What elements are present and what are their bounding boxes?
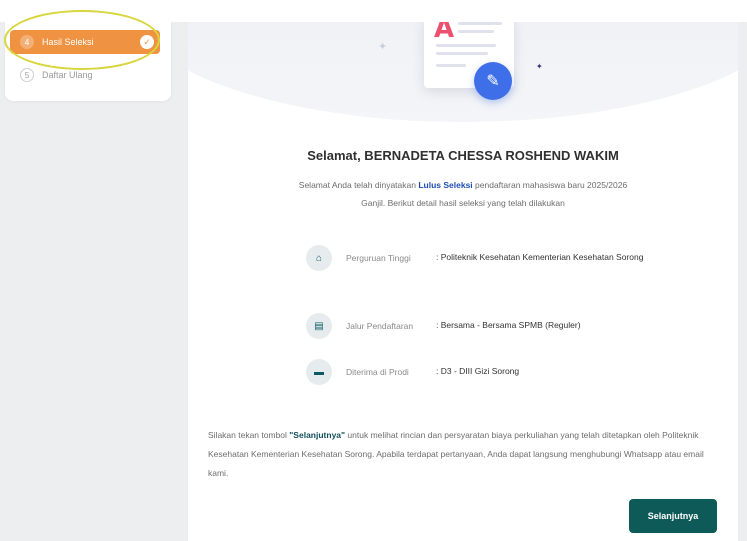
document-letter: A bbox=[434, 22, 455, 44]
next-button[interactable]: Selanjutnya bbox=[629, 499, 717, 533]
pencil-icon: ✎ bbox=[474, 62, 512, 100]
detail-label: Diterima di Prodi bbox=[346, 367, 409, 377]
file-icon: ▤ bbox=[306, 313, 332, 339]
result-summary: Selamat Anda telah dinyatakan Lulus Sele… bbox=[288, 176, 638, 212]
sparkle-icon: ✦ bbox=[536, 62, 543, 71]
check-circle-icon: ✓ bbox=[140, 35, 154, 49]
detail-value: : Bersama - Bersama SPMB (Reguler) bbox=[436, 320, 581, 330]
instruction-note: Silakan tekan tombol "Selanjutnya" untuk… bbox=[208, 426, 723, 483]
status-highlight: Lulus Seleksi bbox=[418, 180, 473, 190]
detail-row-perguruan-tinggi: ⌂ Perguruan Tinggi : Politeknik Kesehata… bbox=[306, 245, 666, 271]
result-card: ✦ ✦ A ✎ Selamat, BERNADETA CHESSA ROSHEN… bbox=[188, 22, 738, 541]
sparkle-icon: ✦ bbox=[378, 41, 388, 53]
home-icon: ⌂ bbox=[306, 245, 332, 271]
detail-value: : D3 - DIII Gizi Sorong bbox=[436, 366, 520, 376]
detail-value: : Politeknik Kesehatan Kementerian Keseh… bbox=[436, 252, 644, 262]
step-number: 5 bbox=[20, 68, 34, 82]
top-bar bbox=[0, 0, 747, 22]
detail-row-jalur-pendaftaran: ▤ Jalur Pendaftaran : Bersama - Bersama … bbox=[306, 313, 666, 339]
detail-label: Jalur Pendaftaran bbox=[346, 321, 414, 331]
step-number: 4 bbox=[20, 35, 34, 49]
detail-row-prodi: ▬ Diterima di Prodi : D3 - DIII Gizi Sor… bbox=[306, 359, 666, 385]
summary-text: Selamat Anda telah dinyatakan bbox=[298, 180, 419, 190]
detail-label: Perguruan Tinggi bbox=[346, 253, 411, 263]
folder-icon: ▬ bbox=[306, 359, 332, 385]
step-label: Daftar Ulang bbox=[42, 70, 93, 80]
step-hasil-seleksi[interactable]: 4 Hasil Seleksi ✓ bbox=[10, 30, 160, 54]
step-daftar-ulang[interactable]: 5 Daftar Ulang bbox=[10, 64, 160, 86]
note-highlight: "Selanjutnya" bbox=[289, 430, 346, 440]
page-title: Selamat, BERNADETA CHESSA ROSHEND WAKIM bbox=[307, 148, 619, 163]
step-label: Hasil Seleksi bbox=[42, 37, 94, 47]
note-text: Silakan tekan tombol bbox=[208, 430, 290, 440]
